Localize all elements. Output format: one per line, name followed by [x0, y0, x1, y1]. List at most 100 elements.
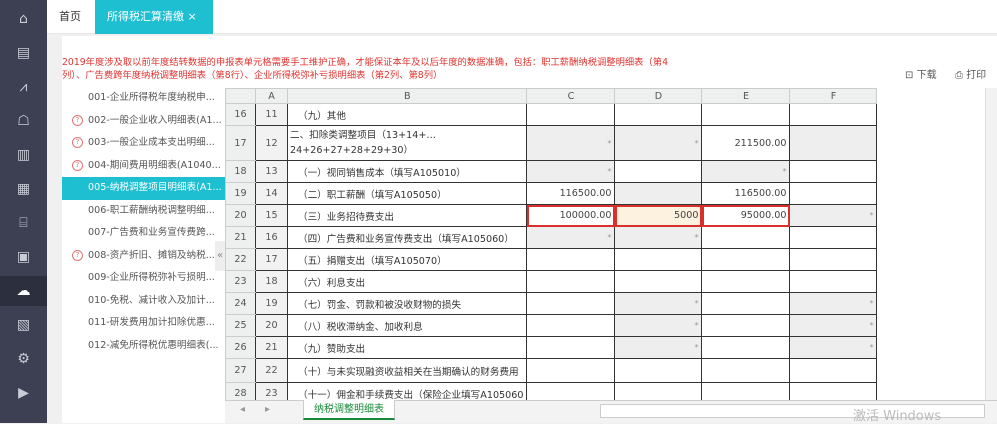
column-header[interactable]: A	[255, 88, 288, 104]
cell-d[interactable]	[614, 103, 703, 126]
cell-f[interactable]	[789, 382, 878, 400]
tab-home[interactable]: 首页	[47, 0, 95, 34]
cell-d[interactable]	[614, 358, 703, 383]
cell-c[interactable]	[526, 382, 616, 400]
cell-c[interactable]	[526, 358, 616, 383]
cell-e[interactable]	[701, 382, 791, 400]
cell-f[interactable]	[789, 270, 878, 293]
collapse-panel-button[interactable]: «	[215, 241, 225, 271]
cell-e[interactable]: 211500.00	[701, 125, 791, 161]
form-list-item[interactable]: 006-职工薪酬纳税调整明细...	[62, 200, 225, 223]
column-header[interactable]: F	[789, 88, 878, 104]
media-icon[interactable]: ▶	[0, 378, 47, 408]
cell-d[interactable]	[614, 160, 703, 183]
cell-c[interactable]: *	[526, 125, 616, 161]
cell-c[interactable]	[526, 270, 616, 293]
cell-e[interactable]: 95000.00	[701, 204, 791, 227]
vertical-scrollbar[interactable]	[985, 88, 997, 400]
cell-b[interactable]: （一）视同销售成本（填写A105010）	[286, 160, 528, 183]
cell-a[interactable]: 15	[255, 204, 288, 227]
calculator-icon[interactable]: ▦	[0, 174, 47, 204]
cell-b[interactable]: （三）业务招待费支出	[286, 204, 528, 227]
cell-b[interactable]: （九）赞助支出	[286, 336, 528, 359]
cell-d[interactable]	[614, 382, 703, 400]
cell-e[interactable]	[701, 103, 791, 126]
form-list-item[interactable]: 010-免税、减计收入及加计...	[62, 290, 225, 313]
cloud-icon[interactable]: ☁	[0, 276, 47, 306]
cell-a[interactable]: 18	[255, 270, 288, 293]
cell-d[interactable]: *	[614, 226, 703, 249]
cell-a[interactable]: 23	[255, 382, 288, 400]
form-list-item[interactable]: ? 008-资产折旧、摊销及纳税...	[62, 245, 225, 268]
cell-e[interactable]	[701, 336, 791, 359]
cell-a[interactable]: 13	[255, 160, 288, 183]
cell-e[interactable]: 116500.00	[701, 182, 791, 205]
cell-f[interactable]	[789, 226, 878, 249]
cell-d[interactable]: *	[614, 314, 703, 337]
cell-e[interactable]	[701, 358, 791, 383]
cell-a[interactable]: 20	[255, 314, 288, 337]
cell-e[interactable]	[701, 248, 791, 271]
form-list-item[interactable]: 005-纳税调整项目明细表(A1...	[62, 177, 225, 200]
form-list-item[interactable]: 011-研发费用加计扣除优惠...	[62, 312, 225, 335]
cell-e[interactable]: *	[701, 160, 791, 183]
cell-f[interactable]	[789, 358, 878, 383]
cell-d[interactable]: 5000	[614, 204, 703, 227]
cell-c[interactable]: 100000.00	[526, 204, 616, 227]
building-icon[interactable]: ▥	[0, 140, 47, 170]
cell-a[interactable]: 22	[255, 358, 288, 383]
cell-a[interactable]: 19	[255, 292, 288, 315]
cell-e[interactable]	[701, 314, 791, 337]
cell-c[interactable]	[526, 292, 616, 315]
sheet-tab[interactable]: 纳税调整明细表	[303, 400, 395, 420]
form-list-item[interactable]: ? 002-一般企业收入明细表(A1...	[62, 110, 225, 133]
cell-f[interactable]: *	[789, 314, 878, 337]
form-list-item[interactable]: 007-广告费和业务宣传费跨...	[62, 222, 225, 245]
cell-b[interactable]: （七）罚金、罚款和被没收财物的损失	[286, 292, 528, 315]
store-icon[interactable]: ⌸	[0, 208, 47, 238]
cell-d[interactable]: *	[614, 336, 703, 359]
cell-f[interactable]	[789, 182, 878, 205]
cell-e[interactable]	[701, 270, 791, 293]
report-icon[interactable]: ▤	[0, 38, 47, 68]
sheet-next-icon[interactable]: ▸	[265, 404, 270, 415]
form-list-item[interactable]: 012-减免所得税优惠明细表(...	[62, 335, 225, 358]
cell-a[interactable]: 21	[255, 336, 288, 359]
cell-a[interactable]: 14	[255, 182, 288, 205]
cell-a[interactable]: 17	[255, 248, 288, 271]
close-icon[interactable]: ×	[188, 10, 197, 23]
cell-c[interactable]	[526, 314, 616, 337]
cell-c[interactable]: *	[526, 226, 616, 249]
cell-e[interactable]	[701, 226, 791, 249]
cell-c[interactable]: 116500.00	[526, 182, 616, 205]
cell-b[interactable]: （十）与未实现融资收益相关在当期确认的财务费用	[286, 358, 528, 383]
cell-b[interactable]: 二、扣除类调整项目（13+14+…24+26+27+28+29+30）	[286, 125, 528, 161]
cell-b[interactable]: （六）利息支出	[286, 270, 528, 293]
cell-b[interactable]: （九）其他	[286, 103, 528, 126]
cell-f[interactable]	[789, 125, 878, 161]
spreadsheet-grid[interactable]: ABCDEF 16 11 （九）其他 17 12 二、扣除类调整项目（13+14+…24+…	[225, 88, 985, 400]
cell-b[interactable]: （十一）佣金和手续费支出（保险企业填写A105060	[286, 382, 528, 400]
cell-c[interactable]	[526, 103, 616, 126]
cell-d[interactable]	[614, 270, 703, 293]
sheet-prev-icon[interactable]: ◂	[240, 404, 245, 415]
cell-b[interactable]: （四）广告费和业务宣传费支出（填写A105060）	[286, 226, 528, 249]
cell-f[interactable]	[789, 248, 878, 271]
form-list-item[interactable]: ? 004-期间费用明细表(A1040...	[62, 155, 225, 178]
cell-f[interactable]	[789, 103, 878, 126]
cell-c[interactable]	[526, 248, 616, 271]
cell-e[interactable]	[701, 292, 791, 315]
chart-icon[interactable]: ⩘	[0, 72, 47, 102]
cell-d[interactable]	[614, 182, 703, 205]
invoice-icon[interactable]: ▣	[0, 242, 47, 272]
column-header[interactable]: B	[286, 88, 528, 104]
form-list-item[interactable]: ? 003-一般企业成本支出明细...	[62, 132, 225, 155]
cell-a[interactable]: 16	[255, 226, 288, 249]
cell-d[interactable]: *	[614, 292, 703, 315]
cell-b[interactable]: （八）税收滞纳金、加收利息	[286, 314, 528, 337]
cell-f[interactable]: *	[789, 204, 878, 227]
cell-d[interactable]	[614, 248, 703, 271]
cell-c[interactable]	[526, 336, 616, 359]
cell-b[interactable]: （五）捐赠支出（填写A105070）	[286, 248, 528, 271]
select-all-corner[interactable]	[225, 88, 256, 104]
